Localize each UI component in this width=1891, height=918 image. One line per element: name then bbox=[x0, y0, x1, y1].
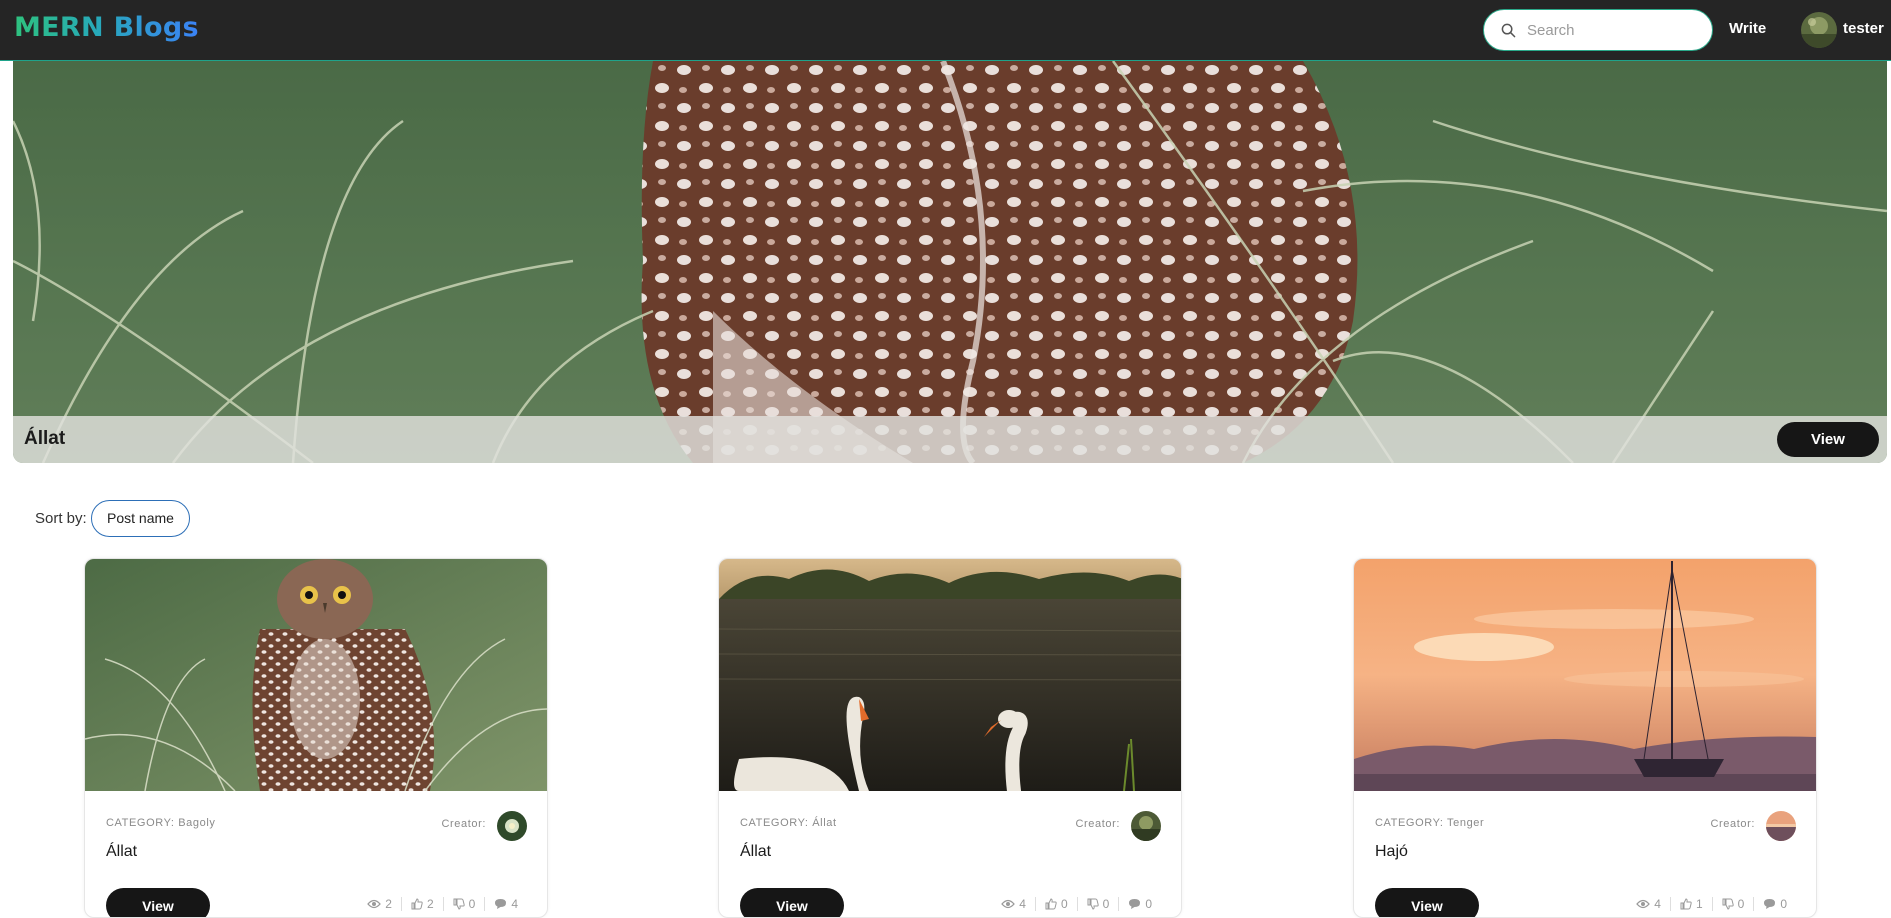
thumbs-down-icon bbox=[453, 898, 465, 910]
comments-stat[interactable]: 0 bbox=[1118, 897, 1161, 911]
thumbs-up-icon bbox=[1680, 898, 1692, 910]
hero-title: Állat bbox=[24, 428, 66, 449]
sailboat-sunset-photo bbox=[1354, 559, 1816, 791]
eye-icon bbox=[1636, 899, 1651, 909]
creator-label: Creator: bbox=[1075, 818, 1120, 830]
creator-avatar[interactable] bbox=[1131, 811, 1161, 841]
creator-avatar[interactable] bbox=[1766, 811, 1796, 841]
post-stats: 4 0 0 0 bbox=[992, 897, 1161, 911]
comments-stat[interactable]: 0 bbox=[1753, 897, 1796, 911]
post-category: CATEGORY: Tenger bbox=[1375, 817, 1485, 829]
comment-icon bbox=[1764, 899, 1776, 909]
eye-icon bbox=[1001, 899, 1016, 909]
thumbs-down-icon bbox=[1087, 898, 1099, 910]
dislikes-stat[interactable]: 0 bbox=[442, 897, 485, 911]
search-icon bbox=[1501, 23, 1516, 38]
view-post-button[interactable]: View bbox=[106, 888, 210, 917]
post-stats: 4 1 0 0 bbox=[1627, 897, 1796, 911]
comment-icon bbox=[1129, 899, 1141, 909]
write-link[interactable]: Write bbox=[1729, 20, 1766, 37]
sort-label: Sort by: bbox=[35, 510, 87, 527]
category-value[interactable]: Bagoly bbox=[178, 817, 215, 829]
thumbs-down-icon bbox=[1722, 898, 1734, 910]
likes-stat[interactable]: 0 bbox=[1034, 897, 1077, 911]
thumbs-up-icon bbox=[1045, 898, 1057, 910]
post-title[interactable]: Állat bbox=[740, 843, 771, 861]
view-post-button[interactable]: View bbox=[740, 888, 844, 917]
dislikes-stat[interactable]: 0 bbox=[1711, 897, 1754, 911]
sort-select[interactable]: Post name bbox=[91, 500, 190, 537]
post-card[interactable]: CATEGORY: Tenger Creator: Hajó View 4 1 … bbox=[1353, 558, 1817, 918]
views-stat: 2 bbox=[358, 897, 401, 911]
search-box[interactable] bbox=[1483, 9, 1713, 51]
dislikes-stat[interactable]: 0 bbox=[1076, 897, 1119, 911]
creator-label: Creator: bbox=[441, 818, 486, 830]
comment-icon bbox=[495, 899, 507, 909]
post-category: CATEGORY: Állat bbox=[740, 817, 837, 829]
search-input[interactable] bbox=[1527, 19, 1702, 41]
comments-stat[interactable]: 4 bbox=[484, 897, 527, 911]
views-stat: 4 bbox=[992, 897, 1035, 911]
brand-logo[interactable]: MERN Blogs bbox=[14, 12, 199, 43]
post-category: CATEGORY: Bagoly bbox=[106, 817, 216, 829]
creator-label: Creator: bbox=[1710, 818, 1755, 830]
user-avatar[interactable] bbox=[1801, 12, 1837, 48]
eye-icon bbox=[367, 899, 382, 909]
hero-view-button[interactable]: View bbox=[1777, 422, 1879, 457]
category-value[interactable]: Állat bbox=[812, 817, 836, 829]
owl-closeup-image bbox=[13, 61, 1887, 463]
hero-caption-bar: Állat View bbox=[13, 416, 1887, 463]
post-card[interactable]: CATEGORY: Bagoly Creator: Állat View 2 2… bbox=[84, 558, 548, 918]
featured-post-hero[interactable]: Állat View bbox=[13, 61, 1887, 463]
navbar: MERN Blogs Write tester bbox=[0, 0, 1891, 61]
likes-stat[interactable]: 1 bbox=[1669, 897, 1712, 911]
post-title[interactable]: Hajó bbox=[1375, 843, 1408, 861]
username-label[interactable]: tester bbox=[1843, 20, 1884, 37]
likes-stat[interactable]: 2 bbox=[400, 897, 443, 911]
views-stat: 4 bbox=[1627, 897, 1670, 911]
view-post-button[interactable]: View bbox=[1375, 888, 1479, 917]
owl-photo bbox=[85, 559, 547, 791]
creator-avatar[interactable] bbox=[497, 811, 527, 841]
post-stats: 2 2 0 4 bbox=[358, 897, 527, 911]
thumbs-up-icon bbox=[411, 898, 423, 910]
swans-photo bbox=[719, 559, 1181, 791]
category-value[interactable]: Tenger bbox=[1447, 817, 1484, 829]
post-title[interactable]: Állat bbox=[106, 843, 137, 861]
post-card[interactable]: CATEGORY: Állat Creator: Állat View 4 0 … bbox=[718, 558, 1182, 918]
